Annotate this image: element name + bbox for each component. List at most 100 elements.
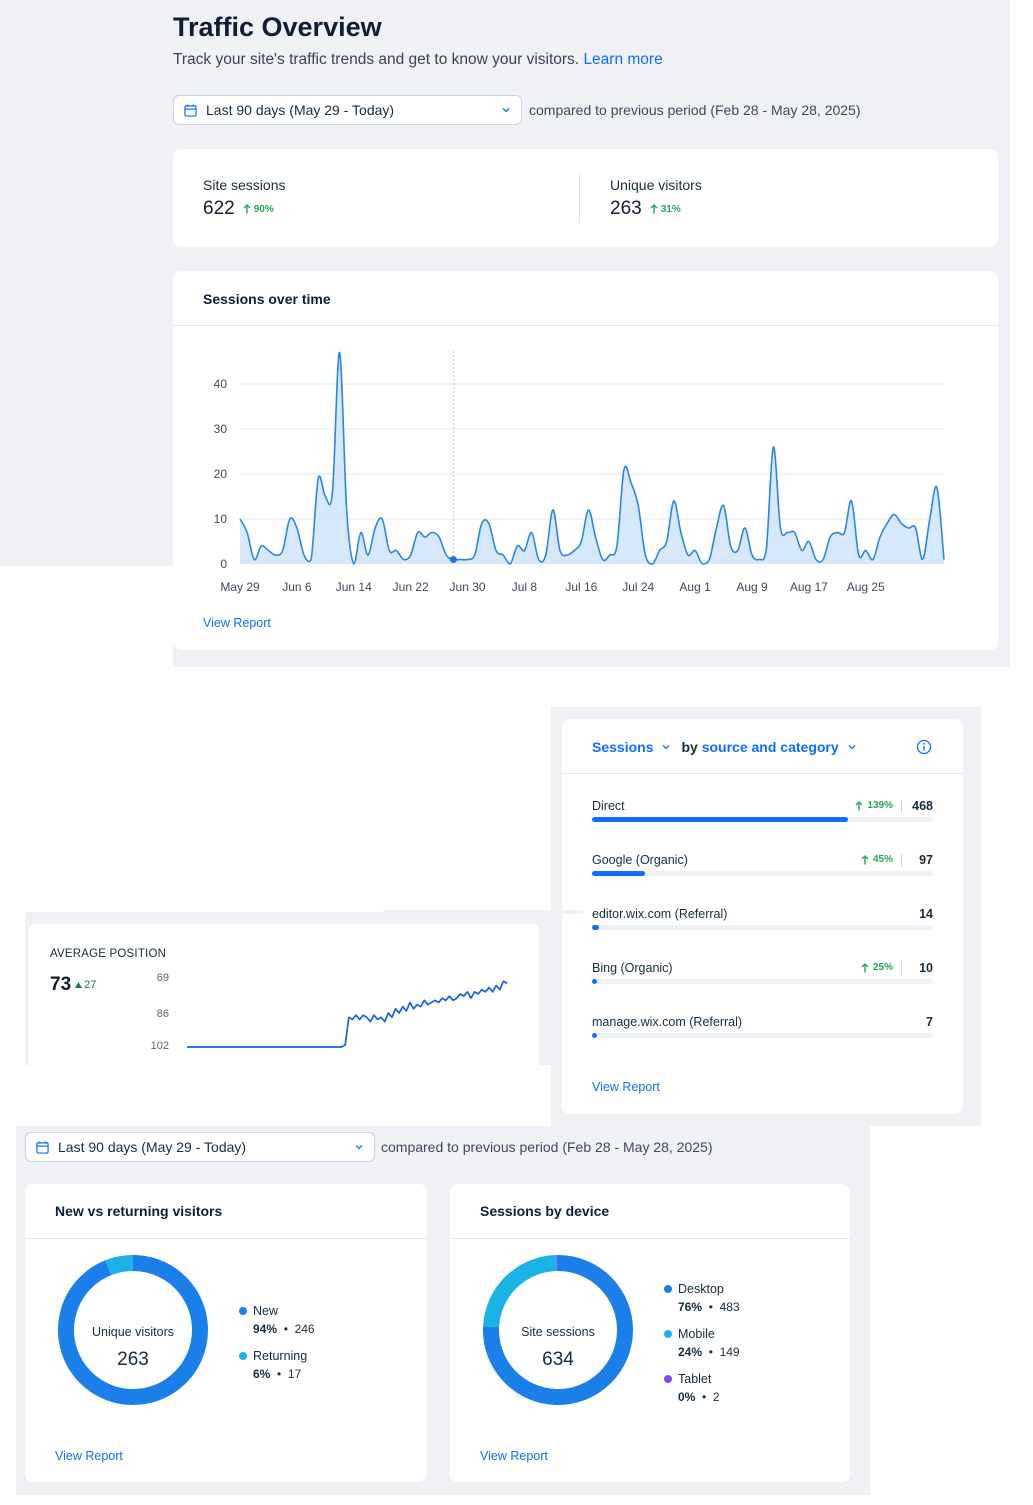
view-report-link[interactable]: View Report bbox=[592, 1080, 660, 1094]
legend-dot bbox=[664, 1285, 672, 1293]
source-delta-value: 25% bbox=[872, 962, 893, 973]
donut-center-label: Site sessions bbox=[521, 1325, 595, 1339]
source-name: Bing (Organic) bbox=[592, 961, 673, 975]
source-row[interactable]: editor.wix.com (Referral) 14 bbox=[592, 907, 933, 931]
x-tick-label: Jun 22 bbox=[393, 580, 429, 594]
date-range-select[interactable]: Last 90 days (May 29 - Today) bbox=[25, 1132, 375, 1162]
date-range-select[interactable]: Last 90 days (May 29 - Today) bbox=[173, 95, 522, 125]
legend-percent: 0% bbox=[678, 1390, 696, 1404]
arrow-up-icon bbox=[861, 962, 869, 972]
source-count: 468 bbox=[912, 799, 933, 813]
source-bar bbox=[592, 871, 645, 876]
x-tick-label: Jul 8 bbox=[512, 580, 538, 594]
x-tick-label: Jul 16 bbox=[565, 580, 597, 594]
average-position-chart[interactable]: 69 86 102 bbox=[29, 924, 539, 1065]
view-report-link[interactable]: View Report bbox=[480, 1449, 548, 1463]
page-subtitle: Track your site's traffic trends and get… bbox=[173, 51, 663, 69]
learn-more-link[interactable]: Learn more bbox=[583, 51, 662, 68]
legend-count: 149 bbox=[719, 1345, 740, 1359]
donut-center: Site sessions 634 bbox=[483, 1325, 633, 1371]
source-delta: 25% bbox=[861, 962, 893, 973]
legend-count: 483 bbox=[719, 1300, 740, 1314]
source-bar-track bbox=[592, 979, 933, 984]
arrow-up-icon bbox=[861, 854, 869, 864]
source-bar bbox=[592, 925, 599, 930]
chevron-down-icon bbox=[355, 1145, 363, 1150]
chevron-down-icon[interactable] bbox=[847, 742, 857, 752]
comparison-period: compared to previous period (Feb 28 - Ma… bbox=[529, 102, 861, 118]
source-bar-track bbox=[592, 871, 933, 876]
kpi-divider bbox=[579, 173, 580, 223]
source-bar bbox=[592, 1033, 597, 1038]
x-tick-label: Jun 14 bbox=[336, 580, 372, 594]
legend-dot bbox=[664, 1330, 672, 1338]
kpi-label: Site sessions bbox=[203, 177, 286, 193]
sessions-by-device-card: Sessions by device Site sessions 634 Des… bbox=[450, 1184, 850, 1482]
y-tick-label: 102 bbox=[151, 1040, 169, 1052]
legend-count: 17 bbox=[287, 1367, 302, 1381]
source-delta-value: 139% bbox=[867, 800, 893, 811]
source-bar-track bbox=[592, 1033, 933, 1038]
donut-slice-returning[interactable] bbox=[105, 1255, 134, 1276]
legend-percent: 94% bbox=[253, 1322, 278, 1336]
x-tick-label: May 29 bbox=[220, 580, 260, 594]
legend-label: Returning bbox=[253, 1349, 308, 1363]
kpi-site-sessions[interactable]: Site sessions 622 90% bbox=[203, 177, 285, 220]
page-title: Traffic Overview bbox=[173, 12, 382, 42]
donut-center-value: 263 bbox=[117, 1349, 149, 1370]
average-position-line bbox=[187, 980, 508, 1048]
kpi-delta-value: 90% bbox=[253, 203, 274, 215]
kpi-unique-visitors[interactable]: Unique visitors 263 31% bbox=[610, 177, 702, 220]
legend-percent: 24% bbox=[678, 1345, 703, 1359]
visitors-section: Last 90 days (May 29 - Today) compared t… bbox=[16, 1126, 870, 1495]
source-row[interactable]: manage.wix.com (Referral) 7 bbox=[592, 1015, 933, 1039]
comparison-period: compared to previous period (Feb 28 - Ma… bbox=[381, 1139, 713, 1155]
view-report-link[interactable]: View Report bbox=[203, 616, 271, 630]
kpi-value: 263 bbox=[610, 198, 642, 219]
calendar-icon bbox=[184, 103, 197, 117]
donut-center-value: 634 bbox=[542, 1349, 574, 1370]
average-position-card: AVERAGE POSITION 73 27 69 86 102 bbox=[29, 924, 539, 1065]
metric-select[interactable]: Sessions bbox=[592, 739, 653, 755]
arrow-up-icon bbox=[855, 800, 863, 810]
source-row[interactable]: Google (Organic) 45% 97 bbox=[592, 853, 933, 877]
chevron-down-icon[interactable] bbox=[661, 742, 671, 752]
kpi-label: Unique visitors bbox=[610, 177, 702, 193]
source-bar-track bbox=[592, 925, 933, 930]
dimension-select[interactable]: source and category bbox=[702, 739, 839, 755]
source-row[interactable]: Bing (Organic) 25% 10 bbox=[592, 961, 933, 985]
source-row[interactable]: Direct 139% 468 bbox=[592, 799, 933, 823]
y-tick-label: 10 bbox=[214, 512, 228, 526]
sources-section: Sessions by source and category Direct 13… bbox=[551, 707, 981, 1126]
sessions-by-source-card: Sessions by source and category Direct 13… bbox=[562, 719, 963, 1114]
x-tick-label: Jul 24 bbox=[622, 580, 654, 594]
source-name: Direct bbox=[592, 799, 625, 813]
source-delta: 45% bbox=[861, 854, 893, 865]
view-report-link[interactable]: View Report bbox=[55, 1449, 123, 1463]
source-name: manage.wix.com (Referral) bbox=[592, 1015, 743, 1029]
donut-slice-mobile[interactable] bbox=[483, 1255, 558, 1328]
legend-percent: 76% bbox=[678, 1300, 703, 1314]
new-vs-returning-card: New vs returning visitors Unique visitor… bbox=[25, 1184, 427, 1482]
card-divider bbox=[562, 773, 963, 774]
legend-count: 2 bbox=[712, 1390, 720, 1404]
source-divider bbox=[901, 962, 902, 975]
sessions-over-time-chart[interactable]: 0 10 20 30 40 May 29 Jun 6 Jun 14 Jun 22 Jun 30 Ju… bbox=[173, 271, 998, 611]
source-bar-track bbox=[592, 817, 933, 822]
source-bar bbox=[592, 817, 848, 822]
legend-dot bbox=[239, 1352, 247, 1360]
x-tick-label: Aug 17 bbox=[790, 580, 828, 594]
source-delta: 139% bbox=[855, 800, 893, 811]
legend-percent: 6% bbox=[253, 1367, 271, 1381]
source-divider bbox=[901, 800, 902, 813]
x-tick-label: Aug 1 bbox=[679, 580, 711, 594]
kpi-value: 622 bbox=[203, 198, 235, 219]
legend-label: Tablet bbox=[678, 1372, 712, 1386]
calendar-icon bbox=[36, 1140, 49, 1154]
date-range-value: Last 90 days (May 29 - Today) bbox=[206, 102, 395, 118]
source-count: 14 bbox=[919, 907, 933, 921]
date-range-value: Last 90 days (May 29 - Today) bbox=[58, 1139, 247, 1155]
sessions-over-time-card: Sessions over time 0 10 20 30 40 May 29 Jun 6J… bbox=[173, 271, 998, 650]
average-position-section: AVERAGE POSITION 73 27 69 86 102 bbox=[25, 910, 583, 1065]
info-icon[interactable] bbox=[916, 739, 932, 755]
